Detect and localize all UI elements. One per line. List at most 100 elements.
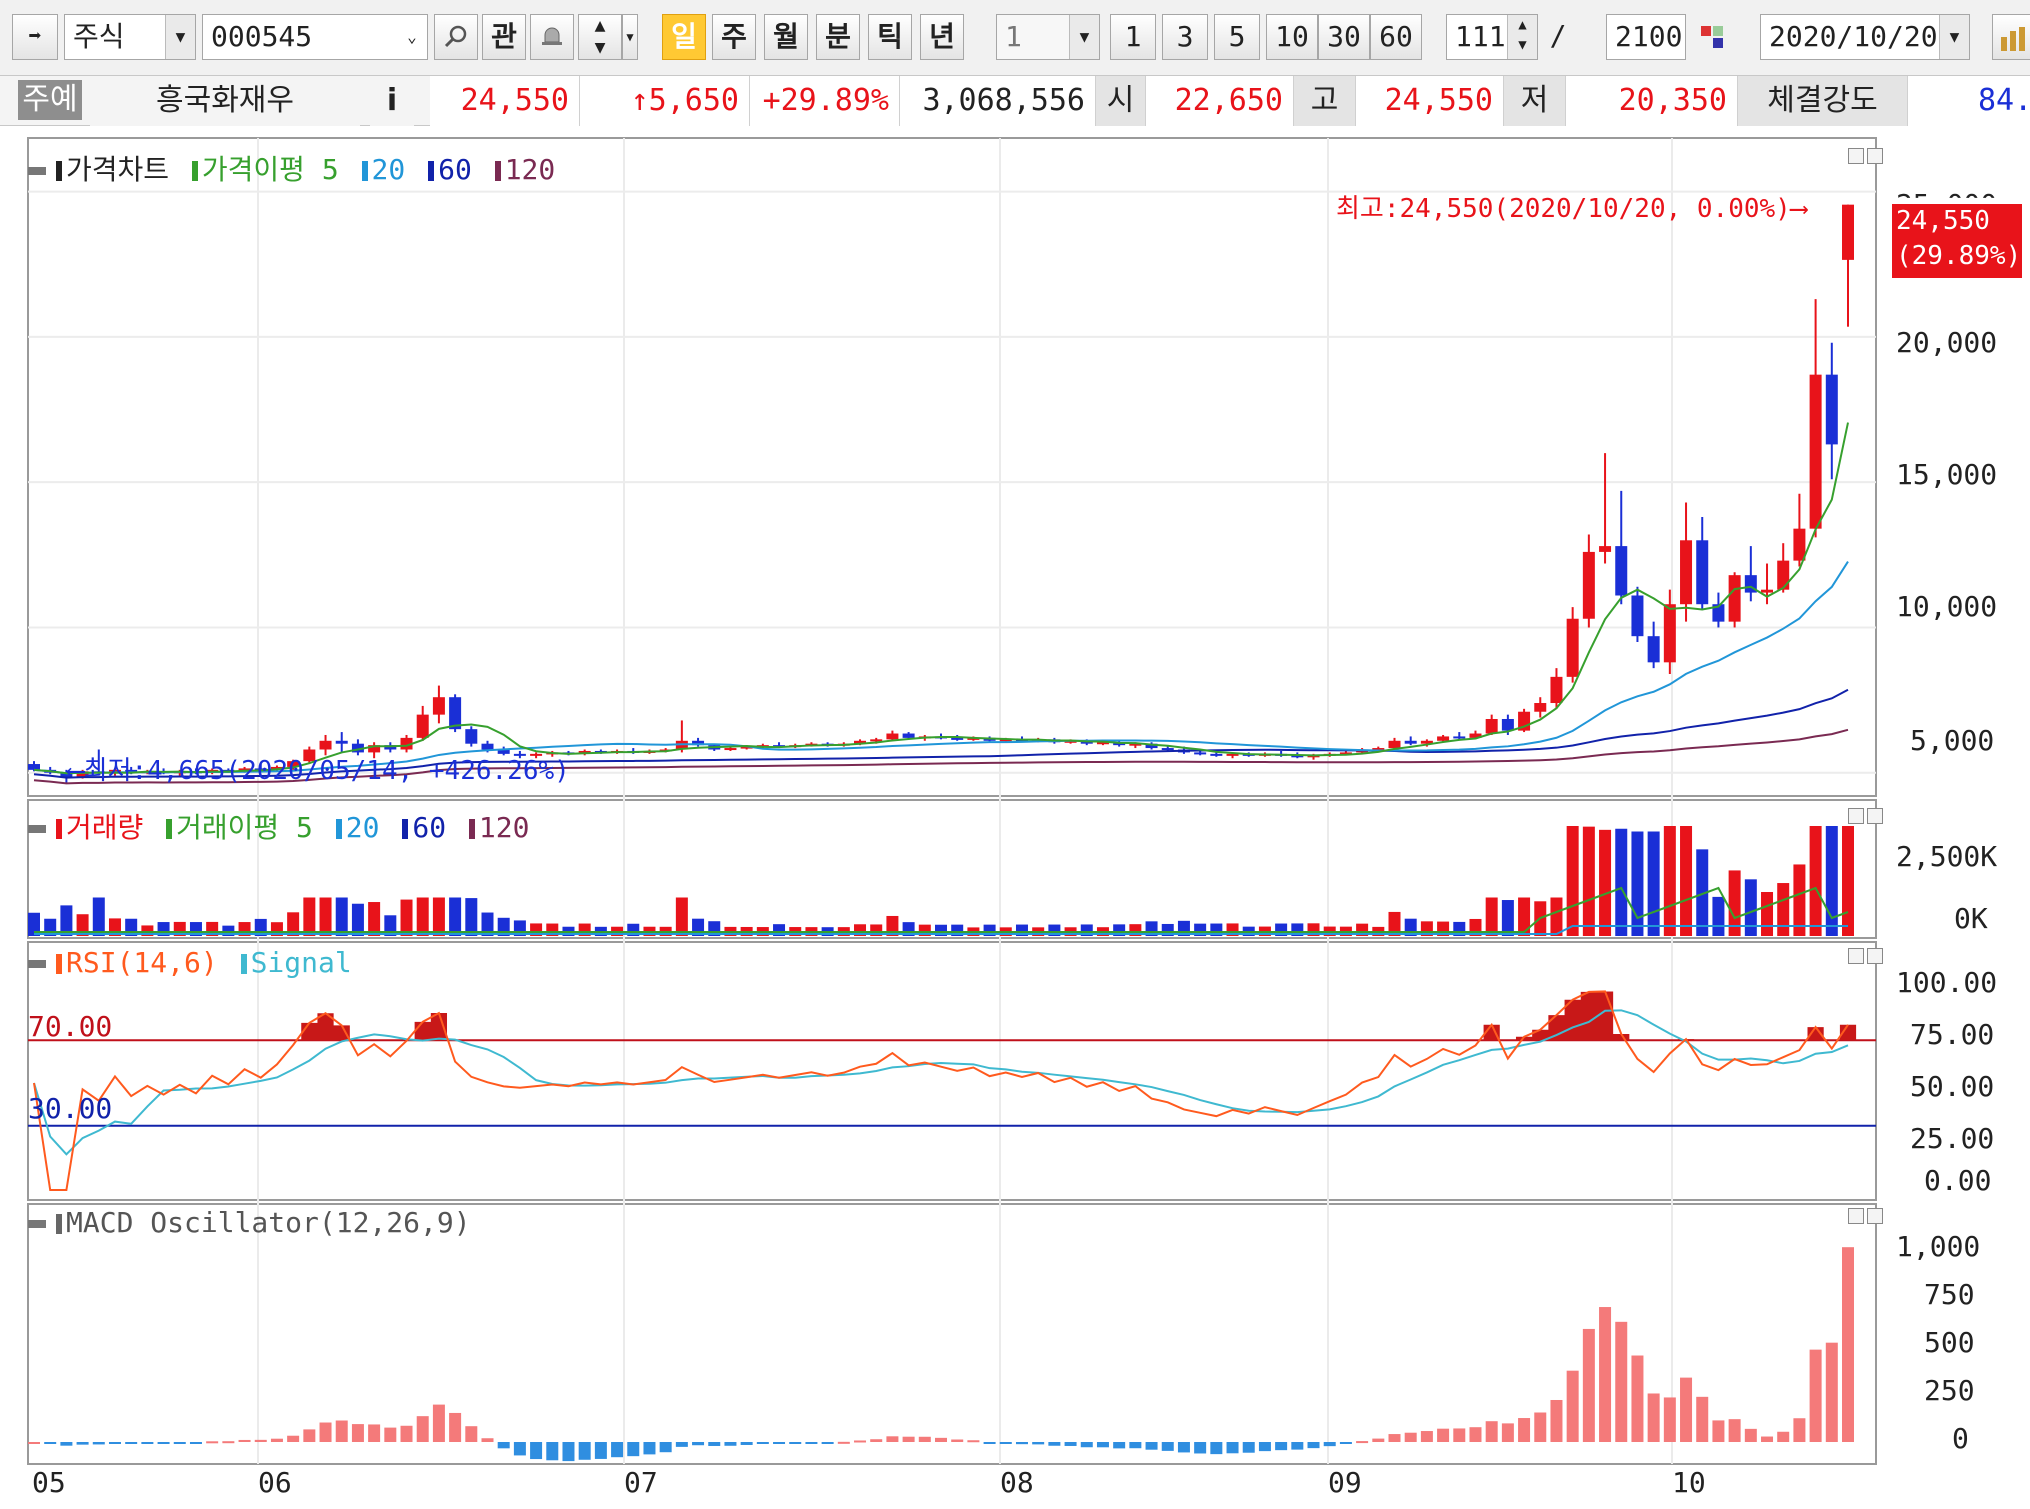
panel-handle-icon[interactable] bbox=[28, 825, 46, 833]
interval-60[interactable]: 60 bbox=[1370, 14, 1422, 60]
watch-button[interactable]: 관 bbox=[482, 14, 526, 60]
panel-handle-icon[interactable] bbox=[28, 167, 46, 175]
period-minute[interactable]: 분 bbox=[816, 14, 860, 60]
macd-bar bbox=[76, 1442, 89, 1445]
interval-value: 1 bbox=[1005, 20, 1022, 53]
macd-bar bbox=[1761, 1436, 1774, 1442]
close-icon[interactable] bbox=[1867, 808, 1883, 824]
rsi-axis-100: 100.00 bbox=[1896, 966, 1998, 999]
settings-button[interactable] bbox=[1692, 14, 1732, 60]
minimize-icon[interactable] bbox=[1848, 1208, 1864, 1224]
macd-bar bbox=[513, 1442, 526, 1456]
panel-handle-icon[interactable] bbox=[28, 960, 46, 968]
macd-bar bbox=[206, 1441, 219, 1444]
alert-button[interactable] bbox=[530, 14, 574, 60]
price-panel-window-buttons[interactable] bbox=[1848, 148, 1888, 170]
macd-bar bbox=[951, 1439, 964, 1442]
search-button[interactable] bbox=[434, 14, 478, 60]
volume-bar bbox=[416, 897, 429, 936]
macd-bar bbox=[546, 1442, 559, 1461]
period-tick[interactable]: 틱 bbox=[868, 14, 912, 60]
current-price-tag: 24,550 (29.89%) bbox=[1892, 204, 2022, 278]
close-icon[interactable] bbox=[1867, 1208, 1883, 1224]
interval-1[interactable]: 1 bbox=[1110, 14, 1156, 60]
macd-bar bbox=[270, 1438, 283, 1442]
candle-body bbox=[416, 714, 429, 738]
macd-bar bbox=[222, 1441, 235, 1444]
candle-body bbox=[1728, 575, 1741, 622]
candle-body bbox=[1680, 540, 1693, 605]
close-icon[interactable] bbox=[1867, 148, 1883, 164]
calendar-dropdown-icon[interactable]: ▼ bbox=[1939, 15, 1969, 59]
price-ma-label: 가격이평 bbox=[201, 153, 305, 186]
close-icon[interactable] bbox=[1867, 948, 1883, 964]
macd-bar bbox=[1777, 1431, 1790, 1442]
volume-panel-legend[interactable]: 거래량 거래이평 5 20 60 120 bbox=[28, 806, 530, 846]
code-input[interactable]: 000545 ⌄ bbox=[202, 14, 428, 60]
interval-3[interactable]: 3 bbox=[1162, 14, 1208, 60]
candle-body bbox=[1761, 589, 1774, 593]
chart-area[interactable]: 가격차트 가격이평 5 20 60 120 최고:24,550(2020/10/… bbox=[14, 130, 2030, 1509]
macd-bar bbox=[918, 1436, 931, 1442]
macd-bar bbox=[1113, 1442, 1126, 1449]
interval-30[interactable]: 30 bbox=[1318, 14, 1370, 60]
strength-value: 84.1 bbox=[1908, 76, 2030, 126]
macd-bar bbox=[1404, 1432, 1417, 1442]
updown-spinner[interactable]: ▲ ▼ bbox=[578, 14, 622, 60]
macd-bar bbox=[578, 1442, 591, 1460]
volume-panel-title: 거래량 bbox=[66, 811, 144, 844]
candle-body bbox=[724, 748, 737, 751]
price-panel-legend[interactable]: 가격차트 가격이평 5 20 60 120 bbox=[28, 148, 555, 188]
spinner-dropdown[interactable]: ▼ bbox=[622, 14, 638, 60]
current-price: 24,550 bbox=[430, 76, 580, 126]
candle-body bbox=[1550, 676, 1563, 704]
macd-panel-window-buttons[interactable] bbox=[1848, 1208, 1888, 1230]
macd-bar bbox=[125, 1442, 138, 1444]
panel-handle-icon[interactable] bbox=[28, 1220, 46, 1228]
macd-bar bbox=[789, 1442, 802, 1444]
period-month[interactable]: 월 bbox=[764, 14, 808, 60]
chevron-down-icon[interactable]: ▼ bbox=[1069, 15, 1099, 59]
chevron-down-icon[interactable]: ⌄ bbox=[397, 15, 427, 59]
macd-bar bbox=[594, 1442, 607, 1459]
interval-select[interactable]: 1 ▼ bbox=[996, 14, 1100, 60]
period-year[interactable]: 년 bbox=[920, 14, 964, 60]
minimize-icon[interactable] bbox=[1848, 808, 1864, 824]
chevron-down-icon[interactable]: ▼ bbox=[165, 15, 195, 59]
macd-bar bbox=[773, 1442, 786, 1444]
stepper-icon[interactable]: ▲ ▼ bbox=[1507, 15, 1537, 59]
macd-bar bbox=[1518, 1418, 1531, 1442]
interval-5[interactable]: 5 bbox=[1214, 14, 1260, 60]
rsi-panel-window-buttons[interactable] bbox=[1848, 948, 1888, 970]
candle-body bbox=[1793, 528, 1806, 561]
interval-10[interactable]: 10 bbox=[1266, 14, 1318, 60]
macd-bar bbox=[1242, 1442, 1255, 1453]
macd-bar bbox=[449, 1412, 462, 1442]
candle-body bbox=[1647, 636, 1660, 663]
date-picker[interactable]: 2020/10/20 ▼ bbox=[1760, 14, 1970, 60]
display-count-input[interactable]: 111 ▲ ▼ bbox=[1446, 14, 1538, 60]
link-icon[interactable]: ➡ bbox=[12, 14, 58, 60]
total-count-input[interactable]: 2100 bbox=[1606, 14, 1686, 60]
macd-bar bbox=[1599, 1307, 1612, 1442]
chart-tools-button[interactable] bbox=[1992, 14, 2030, 60]
period-day[interactable]: 일 bbox=[662, 14, 706, 60]
rsi-panel-legend[interactable]: RSI(14,6) Signal bbox=[28, 946, 352, 979]
macd-bar bbox=[1275, 1442, 1288, 1451]
candle-body bbox=[1777, 560, 1790, 590]
macd-panel-legend[interactable]: MACD Oscillator(12,26,9) bbox=[28, 1206, 471, 1239]
stock-name[interactable]: 흥국화재우 bbox=[90, 76, 360, 126]
rsi-panel-title: RSI(14,6) bbox=[66, 946, 218, 979]
rsi-axis-0: 0.00 bbox=[1924, 1164, 1992, 1197]
macd-bar bbox=[28, 1442, 40, 1444]
volume-bar bbox=[303, 897, 316, 936]
period-week[interactable]: 주 bbox=[712, 14, 756, 60]
minimize-icon[interactable] bbox=[1848, 148, 1864, 164]
volume-panel-window-buttons[interactable] bbox=[1848, 808, 1888, 830]
market-select-value: 주식 bbox=[73, 20, 125, 53]
candle-body bbox=[1388, 740, 1401, 749]
market-select[interactable]: 주식 ▼ bbox=[64, 14, 196, 60]
info-button[interactable]: i bbox=[370, 76, 414, 126]
macd-bar bbox=[416, 1416, 429, 1442]
minimize-icon[interactable] bbox=[1848, 948, 1864, 964]
